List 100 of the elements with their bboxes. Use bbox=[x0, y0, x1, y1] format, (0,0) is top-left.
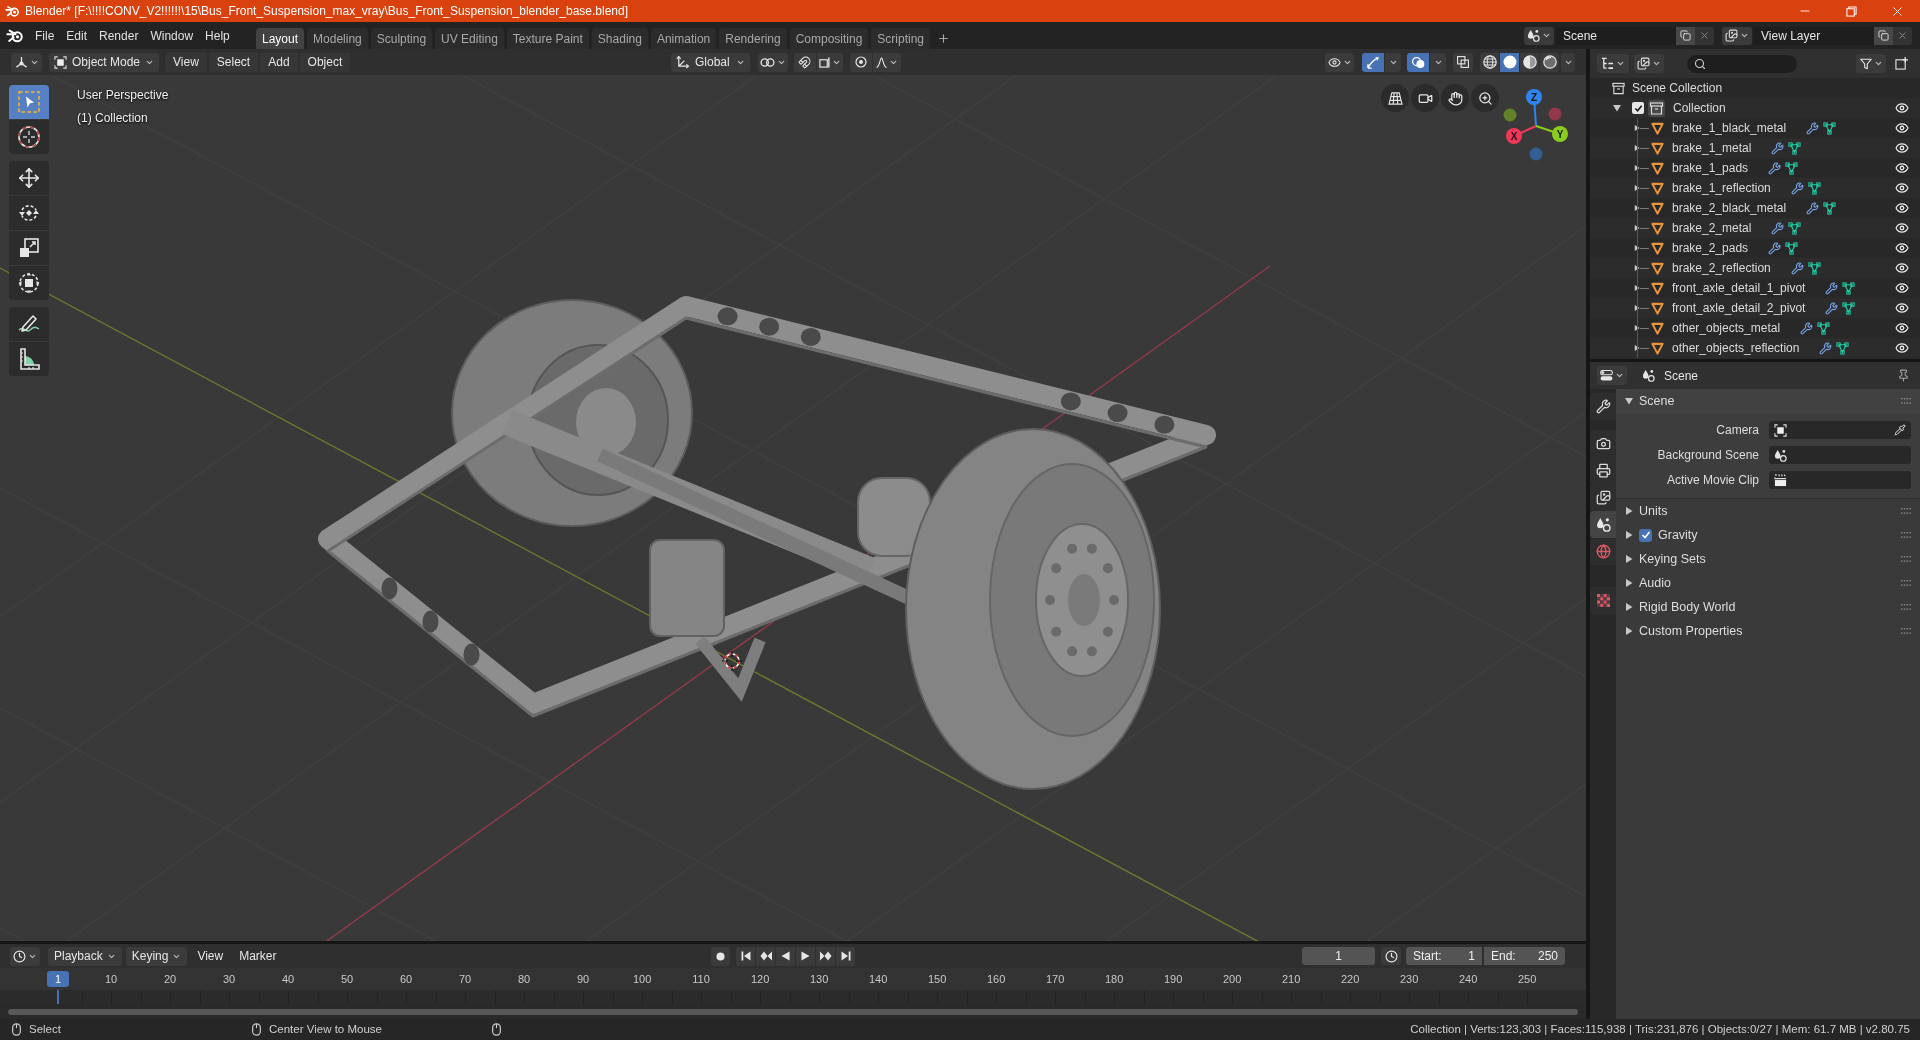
play-reverse-button[interactable] bbox=[776, 946, 795, 966]
caret-right-icon[interactable] bbox=[1634, 325, 1640, 331]
eye-icon[interactable] bbox=[1895, 101, 1909, 115]
wrench-icon[interactable] bbox=[1771, 141, 1785, 155]
object-field[interactable] bbox=[1769, 421, 1911, 439]
properties-tab[interactable] bbox=[1590, 511, 1616, 538]
checkbox[interactable] bbox=[1632, 102, 1644, 114]
mesh-triangle-icon[interactable] bbox=[1785, 161, 1799, 175]
pivot-dropdown[interactable] bbox=[757, 52, 788, 72]
caret-right-icon[interactable] bbox=[1634, 125, 1640, 131]
tool-button[interactable] bbox=[9, 266, 49, 300]
timeline-dropdown[interactable]: Keying bbox=[125, 946, 188, 966]
tool-button[interactable] bbox=[9, 307, 49, 341]
workspace-tab[interactable]: Modeling bbox=[307, 28, 368, 49]
preview-range-button[interactable] bbox=[1381, 947, 1401, 965]
previous-keyframe-button[interactable] bbox=[756, 946, 775, 966]
tool-button[interactable] bbox=[9, 120, 49, 154]
remove-button[interactable] bbox=[1695, 26, 1714, 45]
caret-down-icon[interactable] bbox=[1625, 397, 1633, 405]
editor-type-button[interactable] bbox=[11, 52, 42, 72]
workspace-tab[interactable]: Sculpting bbox=[370, 28, 433, 49]
copy-button[interactable] bbox=[1676, 26, 1695, 45]
wrench-icon[interactable] bbox=[1819, 341, 1833, 355]
object-field[interactable] bbox=[1769, 471, 1911, 489]
mesh-triangle-icon[interactable] bbox=[1836, 341, 1850, 355]
caret-down-icon[interactable] bbox=[1613, 104, 1621, 112]
timeline-dropdown[interactable]: Playback bbox=[48, 946, 122, 966]
eye-icon[interactable] bbox=[1895, 201, 1909, 215]
header-menu[interactable]: Object bbox=[299, 52, 351, 72]
caret-right-icon[interactable] bbox=[1634, 245, 1640, 251]
eye-icon[interactable] bbox=[1895, 221, 1909, 235]
pin-icon[interactable] bbox=[1897, 369, 1910, 382]
wrench-icon[interactable] bbox=[1768, 161, 1782, 175]
shading-mode-button[interactable] bbox=[1500, 52, 1519, 72]
workspace-tab[interactable]: Animation bbox=[650, 28, 717, 49]
menu-item[interactable]: Render bbox=[93, 25, 145, 46]
view-layer-name-field-browse-button[interactable] bbox=[1722, 26, 1752, 45]
wrench-icon[interactable] bbox=[1800, 321, 1814, 335]
workspace-tab[interactable]: Texture Paint bbox=[506, 28, 589, 49]
gizmo-axis-dot-icon[interactable] bbox=[1548, 107, 1562, 121]
camera-view-button[interactable] bbox=[1411, 84, 1439, 112]
caret-right-icon[interactable] bbox=[1634, 165, 1640, 171]
workspace-tab[interactable]: Shading bbox=[591, 28, 648, 49]
wrench-icon[interactable] bbox=[1790, 181, 1804, 195]
workspace-tab[interactable]: Compositing bbox=[789, 28, 869, 49]
perspective-toggle-button[interactable] bbox=[1381, 84, 1409, 112]
workspace-tab[interactable]: Scripting bbox=[871, 28, 931, 49]
wrench-icon[interactable] bbox=[1825, 301, 1839, 315]
jump-end-button[interactable] bbox=[836, 946, 855, 966]
wrench-icon[interactable] bbox=[1806, 201, 1820, 215]
caret-right-icon[interactable] bbox=[1634, 225, 1640, 231]
header-menu[interactable]: Select bbox=[208, 52, 259, 72]
snap-toggle[interactable] bbox=[793, 52, 816, 72]
properties-tab[interactable] bbox=[1590, 430, 1616, 457]
horizontal-scrollbar[interactable] bbox=[8, 1008, 1578, 1015]
new-collection-button[interactable] bbox=[1892, 54, 1910, 73]
wrench-icon[interactable] bbox=[1790, 261, 1804, 275]
eye-icon[interactable] bbox=[1895, 301, 1909, 315]
eye-icon[interactable] bbox=[1895, 141, 1909, 155]
copy-button[interactable] bbox=[1874, 26, 1893, 45]
wrench-icon[interactable] bbox=[1825, 281, 1839, 295]
caret-right-icon[interactable] bbox=[1625, 555, 1633, 563]
gizmo-axis[interactable]: X bbox=[1506, 128, 1522, 144]
gizmo-axis[interactable]: Z bbox=[1526, 89, 1542, 105]
caret-right-icon[interactable] bbox=[1625, 627, 1633, 635]
proportional-toggle[interactable] bbox=[849, 52, 872, 72]
remove-button[interactable] bbox=[1893, 26, 1912, 45]
next-keyframe-button[interactable] bbox=[816, 946, 835, 966]
panel-header[interactable]: Scene bbox=[1616, 389, 1920, 413]
checkbox[interactable] bbox=[1639, 528, 1652, 542]
scene-name-field-browse-button[interactable] bbox=[1524, 26, 1554, 45]
menu-item[interactable]: Window bbox=[144, 25, 200, 46]
caret-right-icon[interactable] bbox=[1634, 265, 1640, 271]
caret-right-icon[interactable] bbox=[1634, 285, 1640, 291]
tool-button[interactable] bbox=[9, 231, 49, 265]
mesh-triangle-icon[interactable] bbox=[1817, 321, 1831, 335]
record-button[interactable] bbox=[711, 946, 730, 966]
object-field[interactable] bbox=[1769, 446, 1911, 464]
gizmo-toggle[interactable] bbox=[1362, 52, 1384, 72]
gizmo-axis-dot-icon[interactable] bbox=[1529, 147, 1543, 161]
outliner-row[interactable]: brake_1_metal bbox=[1590, 138, 1920, 158]
gizmo-axis-dot-icon[interactable] bbox=[1503, 108, 1517, 122]
view-layer-name-field[interactable]: View Layer bbox=[1754, 26, 1874, 45]
scene-name-field[interactable]: Scene bbox=[1556, 26, 1676, 45]
eye-icon[interactable] bbox=[1895, 241, 1909, 255]
tool-button[interactable] bbox=[9, 161, 49, 195]
outliner-row[interactable]: front_axle_detail_2_pivot bbox=[1590, 298, 1920, 318]
eye-icon[interactable] bbox=[1895, 161, 1909, 175]
eyedropper-icon[interactable] bbox=[1894, 424, 1906, 436]
orientation-dropdown[interactable]: Global bbox=[671, 52, 750, 72]
menu-item[interactable]: Edit bbox=[60, 25, 94, 46]
end-frame-field[interactable]: End: 250 bbox=[1484, 947, 1565, 965]
mesh-triangle-icon[interactable] bbox=[1788, 141, 1802, 155]
editor-type-button[interactable] bbox=[1597, 54, 1629, 73]
header-menu[interactable]: View bbox=[165, 52, 207, 72]
eye-icon[interactable] bbox=[1895, 321, 1909, 335]
falloff-dropdown[interactable] bbox=[872, 52, 901, 72]
outliner-row[interactable]: other_objects_reflection bbox=[1590, 338, 1920, 358]
wrench-icon[interactable] bbox=[1768, 241, 1782, 255]
workspace-tab[interactable]: UV Editing bbox=[435, 28, 504, 49]
